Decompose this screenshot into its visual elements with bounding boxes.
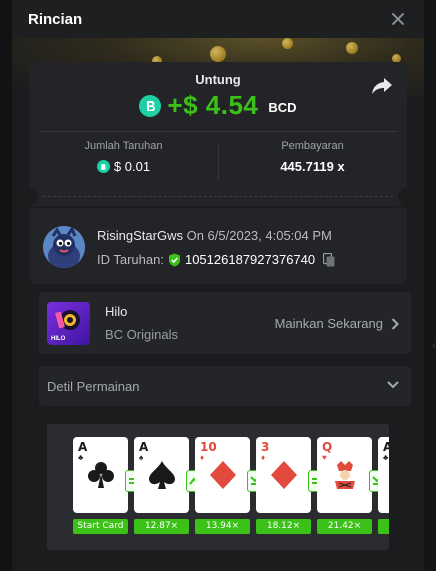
playing-card: A ♠ — [134, 437, 189, 513]
game-details-toggle[interactable]: Detil Permainan — [39, 366, 411, 406]
heart-face-suit-icon — [335, 461, 355, 489]
game-name: Hilo — [105, 304, 128, 319]
bet-date: On 6/5/2023, 4:05:04 PM — [186, 228, 332, 243]
username[interactable]: RisingStarGws — [97, 228, 183, 243]
profit-label: Untung — [195, 72, 241, 87]
user-line: RisingStarGws On 6/5/2023, 4:05:04 PM — [97, 228, 332, 243]
game-card[interactable]: HILO Hilo BC Originals Mainkan Sekarang — [39, 292, 411, 354]
multiplier-tag — [378, 519, 389, 534]
playing-card: Q ♥ — [317, 437, 372, 513]
avatar[interactable] — [43, 226, 85, 268]
bcd-coin-icon — [96, 160, 110, 173]
card-rank: 10 — [200, 440, 217, 454]
card-rank: A — [78, 440, 88, 454]
payout-label: Pembayaran — [281, 140, 344, 152]
round-5: Q ♥ 21.42× — [317, 437, 372, 534]
bet-details-modal: Rincian Untung +$ 4.54 BCD Jumlah Taruha… — [12, 0, 424, 571]
multiplier-tag: Start Card — [73, 519, 128, 534]
card-suit-small-icon: ♣ — [383, 453, 389, 462]
payout-stat: Pembayaran 445.7119 x — [218, 140, 407, 174]
playing-card: 10 ♦ — [195, 437, 250, 513]
ticket-separator — [20, 186, 416, 208]
game-thumbnail: HILO — [47, 302, 90, 345]
backdrop-glyph: ‹ — [432, 338, 436, 352]
playing-card: A ♣ — [378, 437, 389, 513]
round-6: A ♣ — [378, 437, 389, 534]
modal-header: Rincian — [12, 0, 424, 38]
payout-value: 445.7119 x — [280, 159, 345, 174]
bet-id-line: ID Taruhan: 105126187927376740 — [97, 252, 335, 267]
diamond-suit-icon — [271, 461, 297, 489]
playing-card: 3 ♦ — [256, 437, 311, 513]
modal-title: Rincian — [28, 10, 83, 28]
profit-currency: BCD — [268, 100, 297, 115]
round-2: A ♠ 12.87× — [134, 437, 189, 534]
card-rank: Q — [322, 440, 333, 454]
game-provider: BC Originals — [105, 327, 178, 342]
chevron-right-icon — [391, 317, 399, 330]
spade-suit-icon — [149, 461, 175, 489]
close-icon[interactable] — [388, 9, 408, 29]
card-rank: A — [139, 440, 149, 454]
ticket-dashes — [43, 196, 393, 197]
ticket-notch-left — [20, 188, 38, 206]
game-details-title: Detil Permainan — [47, 379, 140, 394]
bcd-coin-icon — [139, 94, 162, 117]
multiplier-tag: 13.94× — [195, 519, 250, 534]
bet-amount-value: $ 0.01 — [113, 159, 151, 174]
round-3: 10 ♦ 13.94× — [195, 437, 250, 534]
profit-amount: +$ 4.54 — [167, 90, 259, 120]
bet-amount-stat: Jumlah Taruhan $ 0.01 — [29, 140, 218, 174]
ticket-notch-right — [398, 188, 416, 206]
game-thumb-text: HILO — [51, 336, 66, 342]
play-now-label: Mainkan Sekarang — [274, 316, 383, 331]
backdrop-left — [0, 0, 12, 571]
bet-amount-label: Jumlah Taruhan — [84, 140, 163, 152]
profit-row: +$ 4.54 BCD — [29, 90, 407, 121]
copy-icon[interactable] — [323, 252, 335, 267]
card-rank: A — [383, 440, 389, 454]
backdrop-right — [424, 0, 436, 571]
summary-divider — [39, 131, 397, 132]
round-4: 3 ♦ 18.12× — [256, 437, 311, 534]
rounds-panel: A ♣ Start Card A ♠ 12.87× 10 ♦ 13.94× 3 ♦ 18.12× Q ♥ 2… — [47, 424, 389, 550]
play-now-link[interactable]: Mainkan Sekarang — [275, 316, 399, 331]
playing-card: A ♣ — [73, 437, 128, 513]
win-summary-card: Untung +$ 4.54 BCD Jumlah Taruhan $ 0.01… — [29, 62, 407, 206]
round-1: A ♣ Start Card — [73, 437, 128, 534]
multiplier-tag: 18.12× — [256, 519, 311, 534]
bet-id-value: 105126187927376740 — [184, 252, 316, 267]
multiplier-tag: 21.42× — [317, 519, 372, 534]
club-suit-icon — [88, 462, 114, 488]
multiplier-tag: 12.87× — [134, 519, 189, 534]
diamond-suit-icon — [210, 461, 236, 489]
chevron-down-icon — [387, 381, 399, 389]
shield-check-icon — [168, 253, 180, 266]
card-rank: 3 — [261, 440, 270, 454]
bet-id-label: ID Taruhan: — [97, 252, 164, 267]
bet-info-card: RisingStarGws On 6/5/2023, 4:05:04 PM ID… — [29, 208, 407, 284]
bet-amount-row: $ 0.01 — [29, 159, 218, 174]
